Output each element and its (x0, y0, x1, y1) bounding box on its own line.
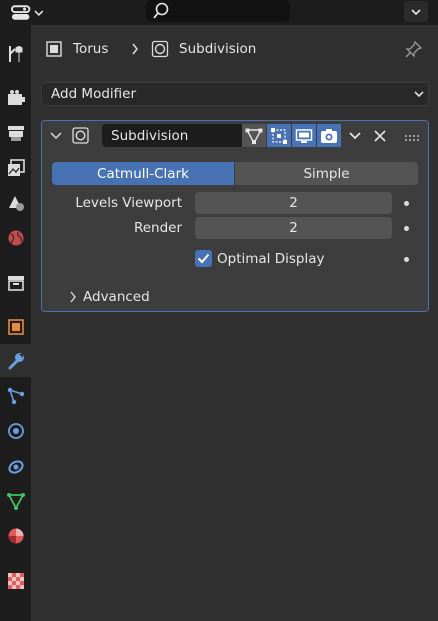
breadcrumb-object: Torus (45, 39, 108, 59)
property-tabs (0, 25, 31, 621)
collapse-toggle[interactable] (50, 129, 62, 145)
object-icon (46, 41, 62, 57)
tab-physics[interactable] (0, 414, 31, 447)
breadcrumb-object-name: Torus (73, 41, 109, 57)
levels-viewport-field[interactable]: 2 (195, 192, 392, 214)
tab-data[interactable] (0, 484, 31, 517)
optimal-display-keyframe-dot[interactable] (404, 257, 409, 262)
search-input[interactable] (146, 0, 290, 22)
tab-texture[interactable] (0, 564, 31, 597)
camera-back-icon (7, 89, 25, 105)
breadcrumb-separator (131, 39, 139, 59)
add-modifier-label: Add Modifier (51, 86, 137, 102)
material-icon (8, 528, 23, 543)
tab-simple-label: Simple (303, 165, 350, 182)
on-cage-icon (271, 127, 287, 144)
levels-viewport-keyframe-dot[interactable] (404, 201, 409, 206)
physics-icon (7, 422, 24, 439)
tab-catmull-clark[interactable]: Catmull-Clark (52, 162, 234, 185)
subdivision-modifier-icon (72, 127, 89, 144)
tab-material[interactable] (0, 519, 31, 552)
tab-catmull-clark-label: Catmull-Clark (97, 165, 189, 182)
tab-constraints[interactable] (0, 449, 31, 482)
tab-world[interactable] (0, 221, 31, 254)
object-icon (7, 318, 24, 335)
tab-particles[interactable] (0, 379, 31, 412)
add-modifier-dropdown[interactable]: Add Modifier (41, 82, 429, 106)
tab-modifiers[interactable] (0, 344, 31, 377)
subdivision-modifier-icon (151, 40, 169, 58)
render-levels-value: 2 (289, 220, 298, 236)
monitor-icon (295, 128, 313, 143)
advanced-subpanel-header[interactable]: Advanced (69, 288, 150, 306)
render-levels-field[interactable]: 2 (195, 217, 392, 239)
texture-checker-icon (7, 572, 24, 589)
tab-object[interactable] (0, 310, 31, 343)
grip-dots-icon (405, 135, 419, 141)
breadcrumb-modifier: Subdivision (151, 39, 256, 59)
pin-icon (405, 40, 423, 58)
modifier-type-icon-wrap (72, 127, 89, 148)
checkmark-icon (197, 253, 210, 264)
wrench-icon (8, 352, 24, 369)
chevron-down-icon (414, 91, 424, 98)
chevron-down-icon (349, 131, 361, 139)
tab-tool[interactable] (0, 37, 31, 70)
tab-output[interactable] (0, 116, 31, 149)
chevron-down-icon (50, 132, 62, 140)
optimal-display-checkbox[interactable] (195, 250, 212, 267)
tab-view-layer[interactable] (0, 151, 31, 184)
modifier-extras-dropdown[interactable] (343, 124, 367, 147)
editor-type-button[interactable] (4, 2, 44, 23)
levels-viewport-label: Levels Viewport (75, 195, 182, 211)
properties-editor-icon (10, 4, 31, 20)
tab-simple[interactable]: Simple (235, 162, 418, 185)
properties-header (0, 0, 438, 25)
chevron-right-icon (70, 291, 76, 303)
render-levels-label: Render (133, 220, 182, 236)
image-stack-icon (7, 158, 25, 176)
optimal-display-label[interactable]: Optimal Display (217, 250, 324, 268)
chevron-down-icon (411, 8, 421, 15)
chevron-right-icon (132, 43, 138, 55)
render-toggle[interactable] (317, 124, 341, 147)
search-icon (153, 2, 169, 19)
world-icon (8, 230, 23, 245)
modifier-name: Subdivision (111, 127, 189, 144)
edit-mode-toggle[interactable] (242, 124, 266, 147)
scene-icon (8, 195, 24, 211)
advanced-label: Advanced (83, 289, 150, 305)
tab-collection[interactable] (0, 266, 31, 299)
collection-box-icon (7, 275, 24, 291)
viewport-display-toggle[interactable] (292, 124, 316, 147)
tab-scene[interactable] (0, 186, 31, 219)
on-cage-toggle[interactable] (267, 124, 291, 147)
modifier-name-field[interactable]: Subdivision (102, 124, 242, 147)
edit-mode-icon (245, 128, 263, 144)
subdivision-modifier-panel: Subdivision Catmull-Clark Simple Levels … (41, 120, 429, 312)
printer-icon (7, 125, 24, 141)
constraints-icon (7, 459, 24, 474)
tab-render[interactable] (0, 81, 31, 114)
options-dropdown[interactable] (404, 1, 428, 22)
tool-icon (8, 45, 22, 62)
remove-modifier-button[interactable] (368, 124, 392, 147)
particles-icon (7, 387, 24, 404)
levels-viewport-value: 2 (289, 195, 298, 211)
camera-icon (321, 128, 337, 143)
modifier-properties-panel: Torus Subdivision Add Modifier Subdivisi… (31, 25, 438, 621)
pin-button[interactable] (405, 39, 423, 59)
mesh-data-icon (6, 492, 25, 510)
drag-handle[interactable] (404, 130, 420, 146)
chevron-down-icon (34, 10, 44, 16)
render-levels-keyframe-dot[interactable] (404, 226, 409, 231)
breadcrumb-modifier-name: Subdivision (179, 41, 257, 57)
close-icon (374, 129, 386, 142)
